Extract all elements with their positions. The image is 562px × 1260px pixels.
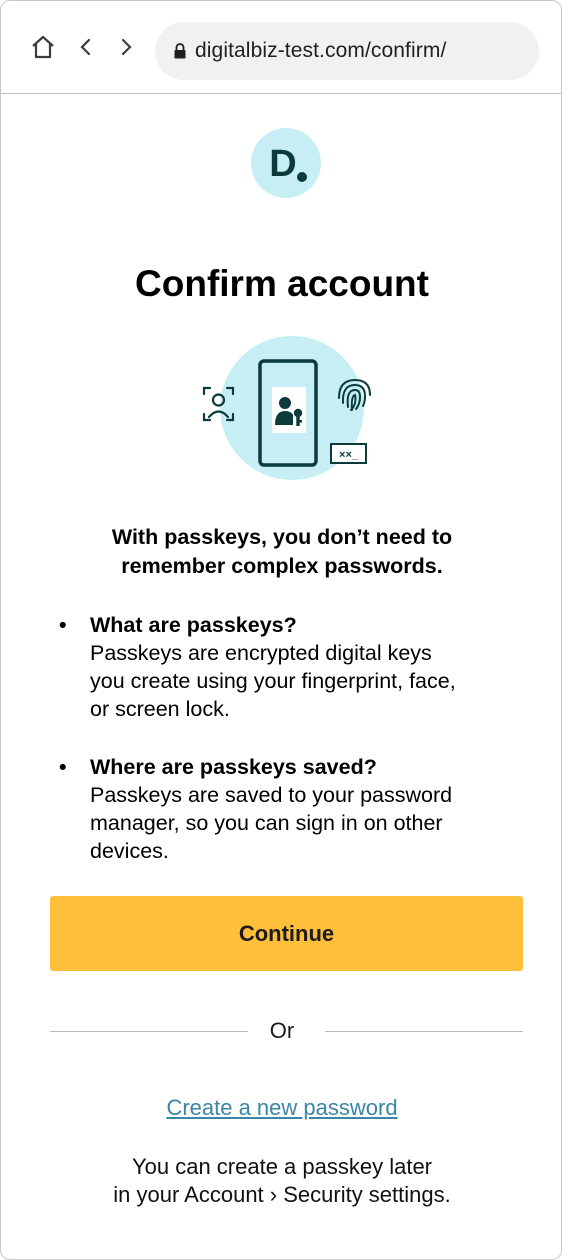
logo-letter: D: [269, 142, 297, 185]
passkey-illustration: ××_: [202, 336, 371, 480]
divider-right: [325, 1031, 523, 1032]
bullet: •: [59, 613, 67, 637]
create-password-link-text[interactable]: Create a new password: [166, 1095, 397, 1120]
faq-question: Where are passkeys saved?: [90, 755, 377, 779]
passkey-later-note: You can create a passkey later in your A…: [61, 1153, 503, 1209]
faq-item-what: • What are passkeys? Passkeys are encryp…: [59, 611, 533, 723]
page-title: Confirm account: [135, 263, 429, 304]
faq-answer-line: Passkeys are saved to your password: [90, 783, 453, 807]
subtitle: With passkeys, you don’t need to remembe…: [41, 523, 523, 581]
browser-toolbar: digitalbiz-test.com/confirm/: [1, 1, 561, 94]
url-text: digitalbiz-test.com/confirm/: [195, 39, 447, 62]
forward-button[interactable]: [111, 29, 141, 65]
note-line: You can create a passkey later: [131, 1154, 433, 1179]
faq-answer-line: manager, so you can sign in on other: [90, 811, 443, 835]
back-button[interactable]: [71, 29, 101, 65]
browser-window: digitalbiz-test.com/confirm/ D Confirm a…: [0, 0, 562, 1260]
faq-answer-line: or screen lock.: [90, 697, 230, 721]
subtitle-line: remember complex passwords.: [121, 554, 443, 578]
svg-text:××_: ××_: [339, 449, 359, 461]
lock-icon: [173, 42, 187, 60]
logo-dot: [297, 172, 307, 182]
home-icon: [32, 35, 54, 59]
chevron-left-icon: [80, 38, 91, 56]
faq-question: What are passkeys?: [90, 613, 297, 637]
home-button[interactable]: [28, 29, 58, 65]
faq-item-where: • Where are passkeys saved? Passkeys are…: [59, 753, 533, 865]
faq-answer-line: devices.: [90, 839, 169, 863]
address-bar[interactable]: digitalbiz-test.com/confirm/: [155, 22, 539, 80]
subtitle-line: With passkeys, you don’t need to: [111, 525, 453, 549]
create-password-link[interactable]: Create a new password: [1, 1095, 561, 1121]
note-line: in your Account › Security settings.: [113, 1182, 451, 1207]
brand-logo: D: [251, 128, 321, 198]
bullet: •: [59, 755, 67, 779]
chevron-right-icon: [121, 38, 132, 56]
password-field-icon: ××_: [330, 443, 367, 464]
faq-answer-line: you create using your fingerprint, face,: [90, 669, 456, 693]
faq-answer-line: Passkeys are encrypted digital keys: [90, 641, 432, 665]
continue-button[interactable]: Continue: [50, 896, 523, 971]
